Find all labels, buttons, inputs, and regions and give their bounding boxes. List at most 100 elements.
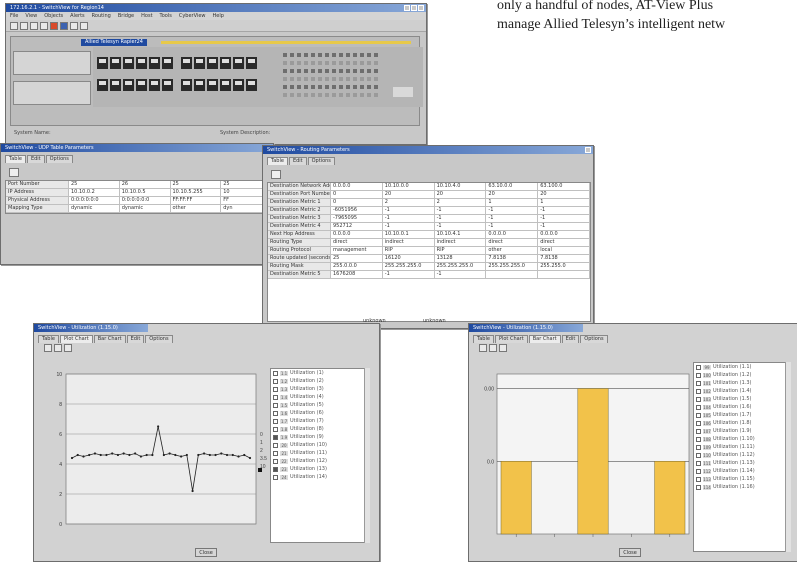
menu-item-alerts[interactable]: Alerts (70, 12, 85, 20)
list-item[interactable]: 1.1 Utilization (1) (271, 369, 369, 377)
list-item[interactable]: 105 Utilization (1.7) (694, 411, 790, 419)
reset-icon[interactable] (64, 344, 72, 352)
help-icon[interactable] (80, 22, 88, 30)
checkbox[interactable] (273, 418, 278, 424)
checkbox[interactable] (696, 420, 701, 426)
checkbox[interactable] (696, 372, 701, 378)
tab-plot-chart[interactable]: Plot Chart (59, 335, 93, 343)
checkbox[interactable] (273, 378, 278, 384)
checkbox[interactable] (696, 468, 701, 474)
checkbox[interactable] (273, 442, 278, 448)
tab-options[interactable]: Options (580, 335, 608, 343)
checkbox[interactable] (273, 466, 278, 472)
list-item[interactable]: 1.5 Utilization (5) (271, 401, 369, 409)
checkbox[interactable] (696, 412, 701, 418)
table-row[interactable]: Physical Address 0:0:0:0:0:0 0:0:0:0:0:0 FF… (6, 197, 272, 205)
list-item[interactable]: 1.7 Utilization (7) (271, 417, 369, 425)
tab-options[interactable]: Options (145, 335, 173, 343)
menu-item-host[interactable]: Host (141, 12, 152, 20)
checkbox[interactable] (696, 460, 701, 466)
table-row[interactable]: Routing Protocol management RIP RIP other loc… (268, 247, 590, 255)
checkbox[interactable] (273, 434, 278, 440)
print-icon[interactable] (479, 344, 487, 352)
checkbox[interactable] (273, 458, 278, 464)
list-item[interactable]: 1.4 Utilization (4) (271, 393, 369, 401)
table-row[interactable]: IP Address 10.10.0.2 10.10.0.5 10.10.5.255 1… (6, 189, 272, 197)
checkbox[interactable] (696, 436, 701, 442)
list-item[interactable]: 20 Utilization (10) (271, 441, 369, 449)
tab-bar-chart[interactable]: Bar Chart (528, 335, 561, 343)
checkbox[interactable] (273, 386, 278, 392)
list-item[interactable]: 106 Utilization (1.8) (694, 419, 790, 427)
checkbox[interactable] (273, 402, 278, 408)
checkbox[interactable] (696, 404, 701, 410)
list-item[interactable]: 1.8 Utilization (8) (271, 425, 369, 433)
list-item[interactable]: 99 Utilization (1.1) (694, 363, 790, 371)
checkbox[interactable] (696, 428, 701, 434)
minimize-icon[interactable] (404, 5, 410, 11)
tab-edit[interactable]: Edit (288, 157, 307, 165)
list-item[interactable]: 111 Utilization (1.13) (694, 459, 790, 467)
tab-table[interactable]: Table (38, 335, 59, 343)
list-item[interactable]: 107 Utilization (1.9) (694, 427, 790, 435)
list-item[interactable]: 22 Utilization (12) (271, 457, 369, 465)
menu-item-objects[interactable]: Objects (44, 12, 63, 20)
table-row[interactable]: Routing Mask 255.0.0.0 255.255.255.0 255.25… (268, 263, 590, 271)
tab-plot-chart[interactable]: Plot Chart (494, 335, 528, 343)
table-row[interactable]: Destination Metric 3 -7965095 -1 -1 -1 -1 (268, 215, 590, 223)
list-item[interactable]: 103 Utilization (1.5) (694, 395, 790, 403)
line-close-button[interactable]: Close (195, 548, 217, 557)
list-item[interactable]: 24 Utilization (14) (271, 473, 369, 481)
print-icon[interactable] (44, 344, 52, 352)
checkbox[interactable] (273, 426, 278, 432)
table-row[interactable]: Next Hop Address 0.0.0.0 10.10.0.1 10.10.4.… (268, 231, 590, 239)
checkbox[interactable] (696, 484, 701, 490)
list-item[interactable]: 112 Utilization (1.14) (694, 467, 790, 475)
list-item[interactable]: 109 Utilization (1.11) (694, 443, 790, 451)
table-row[interactable]: Mapping Type dynamic dynamic other dyn (6, 205, 272, 213)
close-icon[interactable] (585, 147, 591, 153)
maximize-icon[interactable] (411, 5, 417, 11)
checkbox[interactable] (696, 380, 701, 386)
checkbox[interactable] (696, 476, 701, 482)
tab-table[interactable]: Table (5, 155, 26, 163)
tab-table[interactable]: Table (473, 335, 494, 343)
list-item[interactable]: 102 Utilization (1.4) (694, 387, 790, 395)
menu-item-cyberview[interactable]: CyberView (179, 12, 206, 20)
table-row[interactable]: Destination Metric 2 -6051956 -1 -1 -1 -1 (268, 207, 590, 215)
checkbox[interactable] (273, 450, 278, 456)
menu-item-routing[interactable]: Routing (92, 12, 111, 20)
checkbox[interactable] (696, 396, 701, 402)
tab-edit[interactable]: Edit (561, 335, 580, 343)
table-row[interactable]: Destination Network Addr 0.0.0.0 10.10.0.0… (268, 183, 590, 191)
table-row[interactable]: Route updated (seconds) 25 16120 13128 7.813… (268, 255, 590, 263)
list-item[interactable]: 1.6 Utilization (6) (271, 409, 369, 417)
list-item[interactable]: 1.2 Utilization (2) (271, 377, 369, 385)
list-item[interactable]: 104 Utilization (1.6) (694, 403, 790, 411)
checkbox[interactable] (696, 444, 701, 450)
reset-icon[interactable] (499, 344, 507, 352)
tab-options[interactable]: Options (45, 155, 73, 163)
list-item[interactable]: 114 Utilization (1.16) (694, 483, 790, 491)
menu-item-help[interactable]: Help (212, 12, 223, 20)
save-icon[interactable] (20, 22, 28, 30)
menu-item-bridge[interactable]: Bridge (118, 12, 134, 20)
zoom-icon[interactable] (54, 344, 62, 352)
table-row[interactable]: Routing Type direct indirect indirect direct… (268, 239, 590, 247)
refresh-icon[interactable] (30, 22, 38, 30)
tab-edit[interactable]: Edit (126, 335, 145, 343)
print-icon[interactable] (40, 22, 48, 30)
list-item[interactable]: 21 Utilization (11) (271, 449, 369, 457)
bar-close-button[interactable]: Close (619, 548, 641, 557)
checkbox[interactable] (273, 410, 278, 416)
list-item[interactable]: 23 Utilization (13) (271, 465, 369, 473)
table-row[interactable]: Destination Metric 4 952712 -1 -1 -1 -1 (268, 223, 590, 231)
zoom-icon[interactable] (489, 344, 497, 352)
list-item[interactable]: 101 Utilization (1.3) (694, 379, 790, 387)
line-list-scrollbar[interactable] (364, 368, 370, 543)
tab-table[interactable]: Table (267, 157, 288, 165)
routing-table-icon[interactable] (271, 170, 281, 179)
table-row[interactable]: Destination Metric 102211 (268, 199, 590, 207)
checkbox[interactable] (273, 474, 278, 480)
graph-icon[interactable] (70, 22, 78, 30)
